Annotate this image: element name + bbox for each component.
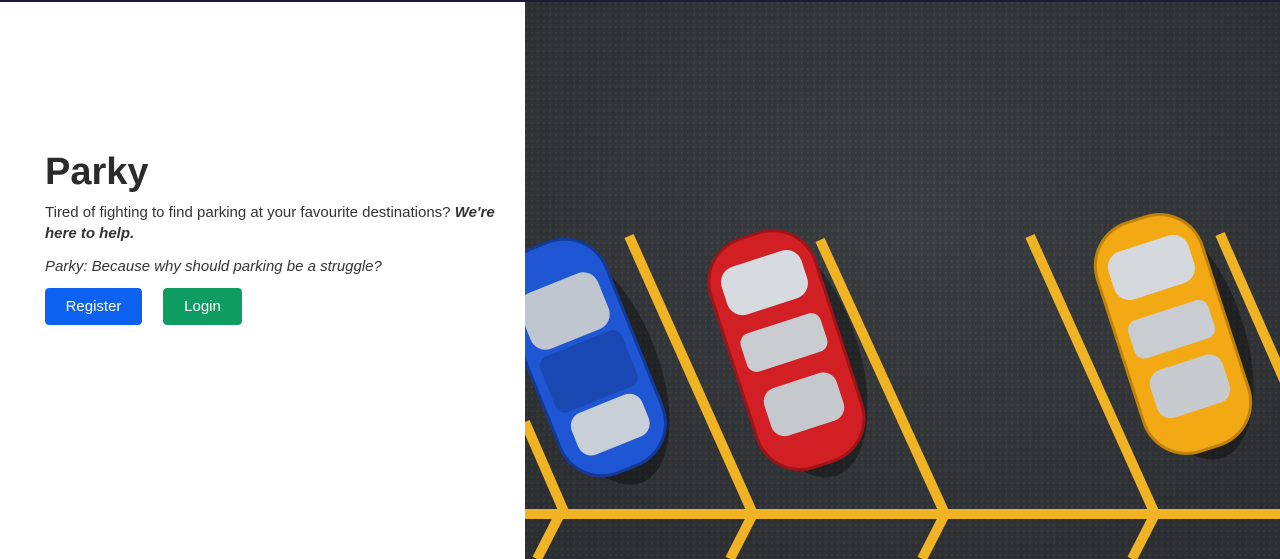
page-title: Parky	[45, 151, 149, 193]
parking-lot-illustration	[525, 2, 1280, 559]
hero-motto: Parky: Because why should parking be a s…	[45, 258, 382, 275]
action-buttons: Register Login	[45, 288, 505, 325]
hero-panel: Parky Tired of fighting to find parking …	[0, 2, 525, 559]
parking-lot-image	[525, 2, 1280, 559]
login-button[interactable]: Login	[163, 288, 242, 325]
tagline-text: Tired of fighting to find parking at you…	[45, 204, 451, 221]
hero-tagline: Tired of fighting to find parking at you…	[45, 202, 505, 244]
register-button[interactable]: Register	[45, 288, 142, 325]
hero-content: Parky Tired of fighting to find parking …	[45, 150, 505, 325]
